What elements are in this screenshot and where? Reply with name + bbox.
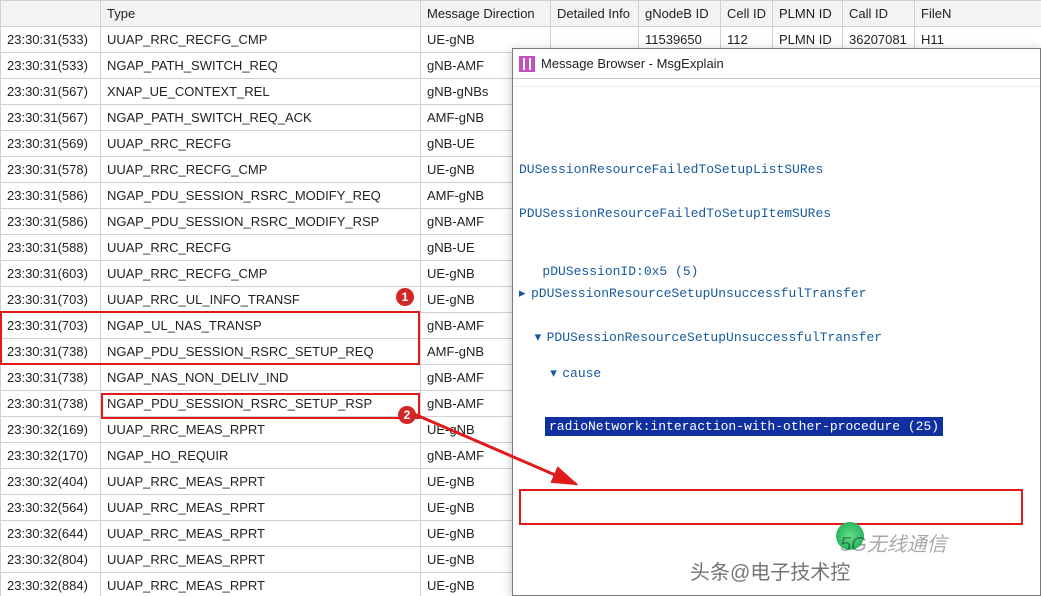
cell-ts[interactable]: 23:30:31(738) (1, 339, 101, 365)
tree-selected-line[interactable]: radioNetwork:interaction-with-other-proc… (545, 417, 1034, 436)
col-callid[interactable]: Call ID (843, 1, 915, 27)
col-direction[interactable]: Message Direction (421, 1, 551, 27)
cell-type[interactable]: UUAP_RRC_MEAS_RPRT (101, 573, 421, 596)
cell-ts[interactable]: 23:30:31(578) (1, 157, 101, 183)
cell-ts[interactable]: 23:30:31(703) (1, 313, 101, 339)
cell-ts[interactable]: 23:30:32(404) (1, 469, 101, 495)
cell-ts[interactable]: 23:30:31(567) (1, 105, 101, 131)
cell-type[interactable]: NGAP_UL_NAS_TRANSP (101, 313, 421, 339)
cell-ts[interactable]: 23:30:31(703) (1, 287, 101, 313)
cell-ts[interactable]: 23:30:31(586) (1, 209, 101, 235)
col-plmnid[interactable]: PLMN ID (773, 1, 843, 27)
cell-type[interactable]: UUAP_RRC_RECFG (101, 235, 421, 261)
cell-ts[interactable]: 23:30:31(603) (1, 261, 101, 287)
col-filename[interactable]: FileN (915, 1, 1041, 27)
cell-ts[interactable]: 23:30:31(533) (1, 27, 101, 53)
cell-ts[interactable]: 23:30:31(533) (1, 53, 101, 79)
app-icon (519, 56, 535, 72)
cell-type[interactable]: UUAP_RRC_MEAS_RPRT (101, 469, 421, 495)
cell-type[interactable]: UUAP_RRC_MEAS_RPRT (101, 417, 421, 443)
cell-type[interactable]: NGAP_PDU_SESSION_RSRC_MODIFY_REQ (101, 183, 421, 209)
col-detailed[interactable]: Detailed Info (551, 1, 639, 27)
cell-ts[interactable]: 23:30:31(567) (1, 79, 101, 105)
cell-ts[interactable]: 23:30:31(586) (1, 183, 101, 209)
cell-type[interactable]: UUAP_RRC_RECFG_CMP (101, 157, 421, 183)
expand-icon[interactable]: ▾ (535, 327, 547, 349)
expand-icon[interactable]: ▾ (550, 363, 562, 385)
cell-type[interactable]: NGAP_HO_REQUIR (101, 443, 421, 469)
cell-ts[interactable]: 23:30:32(884) (1, 573, 101, 596)
col-gnodeb[interactable]: gNodeB ID (639, 1, 721, 27)
cell-type[interactable]: NGAP_PDU_SESSION_RSRC_SETUP_RSP (101, 391, 421, 417)
col-type[interactable]: Type (101, 1, 421, 27)
cell-type[interactable]: NGAP_NAS_NON_DELIV_IND (101, 365, 421, 391)
tree-line[interactable]: PDUSessionResourceFailedToSetupItemSURes (519, 203, 1034, 225)
cell-ts[interactable]: 23:30:32(170) (1, 443, 101, 469)
tree-line[interactable]: ▸pDUSessionResourceSetupUnsuccessfulTran… (519, 283, 1034, 305)
cell-ts[interactable]: 23:30:31(588) (1, 235, 101, 261)
cell-ts[interactable]: 23:30:32(644) (1, 521, 101, 547)
cell-type[interactable]: UUAP_RRC_MEAS_RPRT (101, 547, 421, 573)
cell-ts[interactable]: 23:30:32(564) (1, 495, 101, 521)
cell-type[interactable]: UUAP_RRC_UL_INFO_TRANSF (101, 287, 421, 313)
message-browser-window[interactable]: Message Browser - MsgExplain DUSessionRe… (512, 48, 1041, 596)
tree-line[interactable]: ▾cause (519, 363, 1034, 385)
cell-type[interactable]: NGAP_PDU_SESSION_RSRC_SETUP_REQ (101, 339, 421, 365)
cell-type[interactable]: UUAP_RRC_MEAS_RPRT (101, 521, 421, 547)
cell-type[interactable]: UUAP_RRC_RECFG_CMP (101, 261, 421, 287)
cell-type[interactable]: NGAP_PATH_SWITCH_REQ_ACK (101, 105, 421, 131)
window-title: Message Browser - MsgExplain (541, 56, 724, 71)
tree-line[interactable]: ▾PDUSessionResourceSetupUnsuccessfulTran… (519, 327, 1034, 349)
col-cellid[interactable]: Cell ID (721, 1, 773, 27)
collapse-icon[interactable]: ▸ (519, 283, 531, 305)
cell-type[interactable]: UUAP_RRC_MEAS_RPRT (101, 495, 421, 521)
cell-ts[interactable]: 23:30:32(169) (1, 417, 101, 443)
highlight-box-3 (519, 489, 1023, 525)
tree-line[interactable]: pDUSessionID:0x5 (5) (519, 261, 1034, 283)
col-timestamp[interactable] (1, 1, 101, 27)
window-titlebar[interactable]: Message Browser - MsgExplain (513, 49, 1040, 79)
cell-ts[interactable]: 23:30:31(738) (1, 365, 101, 391)
cell-ts[interactable]: 23:30:31(569) (1, 131, 101, 157)
cell-type[interactable]: UUAP_RRC_RECFG (101, 131, 421, 157)
cell-type[interactable]: NGAP_PDU_SESSION_RSRC_MODIFY_RSP (101, 209, 421, 235)
message-tree[interactable]: DUSessionResourceFailedToSetupListSURes … (513, 87, 1040, 593)
cell-type[interactable]: NGAP_PATH_SWITCH_REQ (101, 53, 421, 79)
cell-type[interactable]: UUAP_RRC_RECFG_CMP (101, 27, 421, 53)
cell-ts[interactable]: 23:30:31(738) (1, 391, 101, 417)
tree-line[interactable]: DUSessionResourceFailedToSetupListSURes (519, 159, 1034, 181)
table-header[interactable]: Type Message Direction Detailed Info gNo… (1, 1, 1041, 27)
cell-ts[interactable]: 23:30:32(804) (1, 547, 101, 573)
cell-type[interactable]: XNAP_UE_CONTEXT_REL (101, 79, 421, 105)
window-menubar[interactable] (513, 79, 1040, 87)
